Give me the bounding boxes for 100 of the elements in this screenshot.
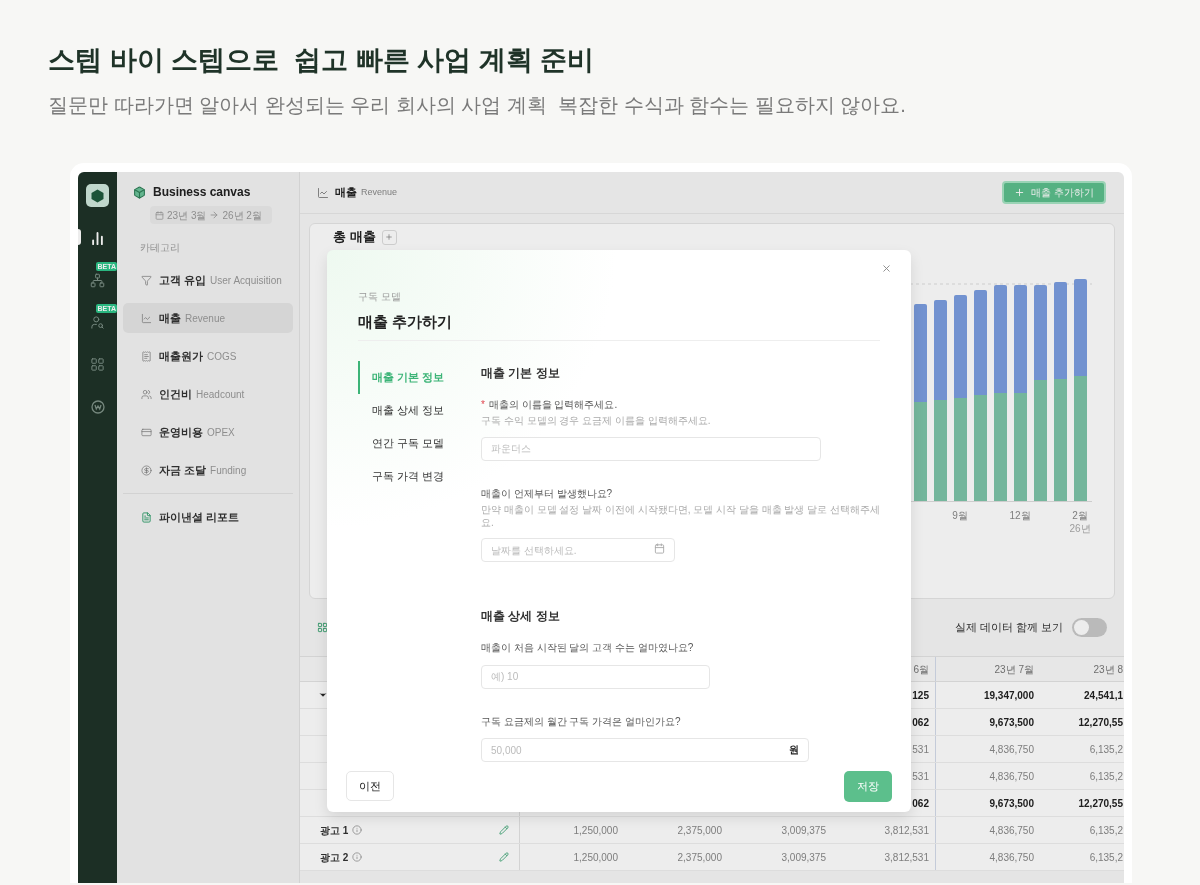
date-to: 26년 2월 — [222, 208, 262, 223]
column-header: 23년 7월 — [994, 662, 1034, 677]
report-item[interactable]: 파이낸셜 리포트 — [123, 502, 293, 532]
table-cell-text: 4,836,750 — [989, 850, 1034, 865]
line-chart-icon — [317, 186, 329, 199]
table-cell-text: 125 — [912, 688, 929, 703]
toggle-switch[interactable] — [1072, 618, 1107, 637]
required-mark: * — [481, 398, 485, 412]
table-cell-text: 9,673,500 — [989, 715, 1034, 730]
table-cell-text: 4,836,750 — [989, 769, 1034, 784]
hexagon-icon — [91, 188, 104, 203]
list-icon — [141, 350, 152, 362]
table-cell-text: 6,135,2 — [1089, 823, 1123, 838]
dollar-icon — [141, 464, 152, 476]
step-tab[interactable]: 구독 가격 변경 — [358, 460, 481, 493]
calendar-icon — [155, 210, 164, 220]
box-icon — [133, 185, 146, 199]
table-cell-text: 3,009,375 — [781, 823, 826, 838]
input-field[interactable]: 예) 10 — [481, 664, 710, 689]
project-name: Business canvas — [153, 184, 251, 201]
table-cell-text: 12,270,55 — [1078, 796, 1123, 811]
plus-icon — [385, 233, 394, 241]
table-cell-text: 24,541,1 — [1084, 688, 1123, 703]
grid-icon — [90, 357, 105, 372]
table-cell-text: 531 — [912, 742, 929, 757]
table-cell-text: 6,135,2 — [1089, 742, 1123, 757]
date-field[interactable]: 날짜를 선택하세요. — [481, 538, 675, 562]
table-cell-text: 4,836,750 — [989, 742, 1034, 757]
section-title: 매출 상세 정보 — [481, 608, 561, 624]
sidebar-item[interactable]: 인건비 Headcount — [123, 379, 293, 409]
coin-icon — [90, 399, 105, 414]
step-tab[interactable]: 매출 상세 정보 — [358, 394, 481, 427]
axis-sublabel: 26년 — [1069, 522, 1091, 535]
modal-title: 매출 추가하기 — [358, 312, 454, 332]
report-icon — [141, 511, 152, 523]
table-cell-text: 062 — [912, 796, 929, 811]
table-cell-text: 531 — [912, 769, 929, 784]
sidebar-item[interactable]: 매출원가 COGS — [123, 341, 293, 371]
unit-label: 원 — [789, 742, 799, 757]
line-chart-icon — [141, 312, 152, 324]
date-from: 23년 3월 — [167, 208, 207, 223]
axis-label: 9월 — [952, 509, 968, 522]
field-label: 매출이 언제부터 발생했나요? — [481, 486, 613, 501]
section-label: 카테고리 — [139, 241, 181, 255]
field-label: 매출이 처음 시작된 달의 고객 수는 얼마였나요? — [481, 641, 694, 655]
app-logo[interactable] — [86, 184, 109, 207]
page-subtitle: Revenue — [361, 185, 398, 199]
table-cell-text: 2,375,000 — [677, 823, 722, 838]
close-icon — [880, 262, 892, 274]
table-cell-text: 3,812,531 — [884, 850, 929, 865]
page-title: 매출 — [335, 185, 357, 201]
column-header: 6월 — [913, 662, 929, 677]
table-cell-text: 9,673,500 — [989, 796, 1034, 811]
edit-icon[interactable] — [499, 852, 509, 862]
table-cell-text: 3,009,375 — [781, 850, 826, 865]
table-cell-text: 6,135,2 — [1089, 769, 1123, 784]
axis-label: 12월 — [1009, 509, 1031, 522]
chart-title: 총 매출 — [333, 229, 376, 245]
bar-chart-icon — [90, 231, 105, 246]
step-tab[interactable]: 연간 구독 모델 — [358, 427, 481, 460]
info-icon — [352, 825, 363, 835]
arrow-icon — [209, 210, 220, 220]
plus-icon — [1014, 187, 1026, 198]
column-header: 23년 8 — [1093, 662, 1123, 677]
sidebar-item[interactable]: 매출 Revenue — [123, 303, 293, 333]
info-icon — [352, 852, 363, 862]
previous-button[interactable]: 이전 — [346, 771, 394, 801]
calendar-icon — [654, 542, 665, 554]
caret-icon[interactable] — [318, 690, 328, 700]
field-label: 매출의 이름을 입력해주세요. — [488, 398, 618, 412]
modal-eyebrow: 구독 모델 — [358, 290, 402, 303]
table-cell-text: 12,270,55 — [1078, 715, 1123, 730]
funnel-icon — [141, 274, 152, 286]
row-label: 광고 1 — [320, 823, 349, 838]
row-label: 광고 2 — [320, 850, 349, 865]
table-cell-text: 6,135,2 — [1089, 850, 1123, 865]
field-helper: 구독 수익 모델의 경우 요금제 이름을 입력해주세요. — [481, 414, 712, 427]
hero-title: 스텝 바이 스텝으로 쉽고 빠른 사업 계획 준비 — [48, 44, 595, 77]
input-field[interactable]: 파운더스 — [481, 436, 821, 461]
section-title: 매출 기본 정보 — [481, 365, 561, 381]
field-helper: 만약 매출이 모델 설정 날짜 이전에 시작됐다면, 모델 시작 달을 매출 발생 달로 선택해주세요. — [481, 502, 881, 529]
table-cell-text: 1,250,000 — [573, 823, 618, 838]
table-cell-text: 3,812,531 — [884, 823, 929, 838]
table-cell-text: 4,836,750 — [989, 823, 1034, 838]
hierarchy-icon — [90, 273, 105, 288]
card-icon — [141, 426, 152, 438]
field-label: 구독 요금제의 월간 구독 가격은 얼마인가요? — [481, 714, 681, 729]
edit-icon[interactable] — [499, 825, 509, 835]
people-icon — [90, 315, 105, 330]
table-cell-text: 1,250,000 — [573, 850, 618, 865]
table-cell-text: 062 — [912, 715, 929, 730]
toggle-label: 실제 데이터 함께 보기 — [954, 620, 1063, 636]
table-cell-text: 2,375,000 — [677, 850, 722, 865]
sidebar-item[interactable]: 운영비용 OPEX — [123, 417, 293, 447]
sidebar-item[interactable]: 자금 조달 Funding — [123, 455, 293, 485]
grid-icon[interactable] — [317, 622, 328, 633]
people-icon — [141, 388, 152, 400]
sidebar-item[interactable]: 고객 유입 User Acquisition — [123, 265, 293, 295]
axis-label: 2월 — [1072, 509, 1088, 522]
hero-subtitle: 질문만 따라가면 알아서 완성되는 우리 회사의 사업 계획 복잡한 수식과 함수는 필요하지 않아요. — [48, 93, 907, 118]
